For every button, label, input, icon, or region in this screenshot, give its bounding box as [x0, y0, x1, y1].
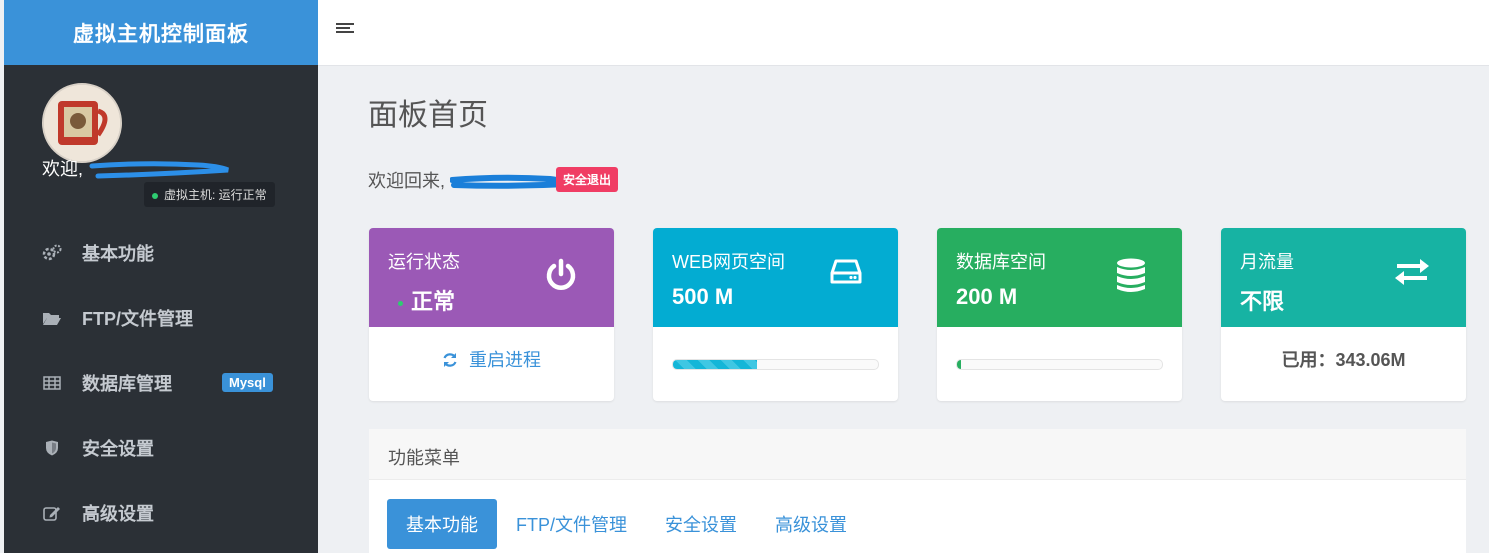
database-space-progress-fill	[957, 360, 962, 369]
sidebar-item-label: FTP/文件管理	[82, 308, 193, 329]
folder-open-icon	[42, 310, 62, 326]
function-menu-panel: 功能菜单 基本功能 FTP/文件管理 安全设置 高级设置	[369, 429, 1466, 553]
sidebar-item-label: 基本功能	[82, 243, 154, 264]
hamburger-icon[interactable]	[336, 22, 356, 41]
table-icon	[42, 375, 62, 390]
web-space-card-footer	[653, 327, 898, 401]
database-space-card-header: 数据库空间 200 M	[937, 228, 1182, 327]
status-dot-icon	[398, 300, 403, 306]
web-space-card: WEB网页空间 500 M	[653, 228, 898, 401]
card-value: 不限	[1240, 289, 1285, 314]
sidebar-item-label: 高级设置	[82, 503, 154, 524]
mysql-badge: Mysql	[222, 373, 273, 392]
status-card-footer: 重启进程	[369, 327, 614, 401]
tab-advanced[interactable]: 高级设置	[756, 499, 866, 549]
logout-button[interactable]: 安全退出	[556, 167, 619, 192]
user-panel: 欢迎, 虚拟主机: 运行正常	[4, 65, 318, 207]
sidebar-item-label: 安全设置	[82, 438, 154, 459]
refresh-icon	[442, 350, 469, 370]
sidebar-item-database[interactable]: 数据库管理 Mysql	[4, 350, 318, 415]
exchange-icon	[1394, 258, 1430, 291]
tab-security[interactable]: 安全设置	[646, 499, 756, 549]
web-space-card-header: WEB网页空间 500 M	[653, 228, 898, 327]
hdd-icon	[830, 258, 862, 291]
traffic-card-header: 月流量 不限	[1221, 228, 1466, 327]
card-label: 运行状态	[388, 252, 460, 272]
sidebar-item-ftp[interactable]: FTP/文件管理	[4, 285, 318, 350]
database-space-progress	[956, 359, 1163, 370]
status-dot-icon	[152, 192, 158, 199]
sidebar: 虚拟主机控制面板 欢迎, 虚拟主机: 运行正常 基本功能 FTP/文件管理 数据…	[4, 0, 318, 553]
welcome-prefix: 欢迎,	[42, 159, 84, 179]
avatar[interactable]	[42, 83, 122, 163]
web-space-progress	[672, 359, 879, 370]
restart-process-button[interactable]: 重启进程	[369, 346, 614, 372]
top-bar	[318, 0, 1489, 66]
redacted-username	[89, 161, 229, 179]
brand-title[interactable]: 虚拟主机控制面板	[4, 0, 318, 65]
database-icon	[1116, 258, 1146, 299]
web-space-progress-fill	[673, 360, 758, 369]
redacted-username	[450, 174, 571, 190]
welcome-back-text: 欢迎回来,	[368, 167, 571, 193]
sidebar-item-advanced[interactable]: 高级设置	[4, 480, 318, 545]
status-card: 运行状态 正常 重启进程	[369, 228, 614, 401]
card-label: 月流量	[1240, 252, 1294, 272]
sidebar-item-label: 数据库管理	[82, 373, 172, 394]
traffic-used: 已用：343.06M	[1281, 350, 1406, 370]
traffic-card: 月流量 不限 已用：343.06M	[1221, 228, 1466, 401]
database-space-card-footer	[937, 327, 1182, 401]
tab-basic[interactable]: 基本功能	[387, 499, 497, 549]
gears-icon	[42, 244, 62, 262]
traffic-card-footer: 已用：343.06M	[1221, 327, 1466, 401]
page-title: 面板首页	[368, 99, 488, 132]
card-value: 200 M	[956, 284, 1018, 309]
status-badge: 虚拟主机: 运行正常	[144, 182, 275, 207]
card-value: 500 M	[672, 284, 734, 309]
sidebar-nav: 基本功能 FTP/文件管理 数据库管理 Mysql 安全设置 高级设置	[4, 220, 318, 545]
function-menu-title: 功能菜单	[388, 448, 460, 468]
function-menu-tabs: 基本功能 FTP/文件管理 安全设置 高级设置	[387, 499, 866, 549]
card-label: WEB网页空间	[672, 252, 786, 272]
tab-ftp[interactable]: FTP/文件管理	[497, 499, 646, 549]
card-label: 数据库空间	[956, 252, 1046, 272]
card-value: 正常	[388, 284, 455, 316]
shield-icon	[42, 440, 62, 456]
welcome-text: 欢迎,	[42, 155, 233, 181]
database-space-card: 数据库空间 200 M	[937, 228, 1182, 401]
status-card-header: 运行状态 正常	[369, 228, 614, 327]
power-icon	[544, 258, 578, 297]
sidebar-item-basic[interactable]: 基本功能	[4, 220, 318, 285]
sidebar-item-security[interactable]: 安全设置	[4, 415, 318, 480]
function-menu-header: 功能菜单	[369, 429, 1466, 480]
edit-icon	[42, 505, 62, 521]
